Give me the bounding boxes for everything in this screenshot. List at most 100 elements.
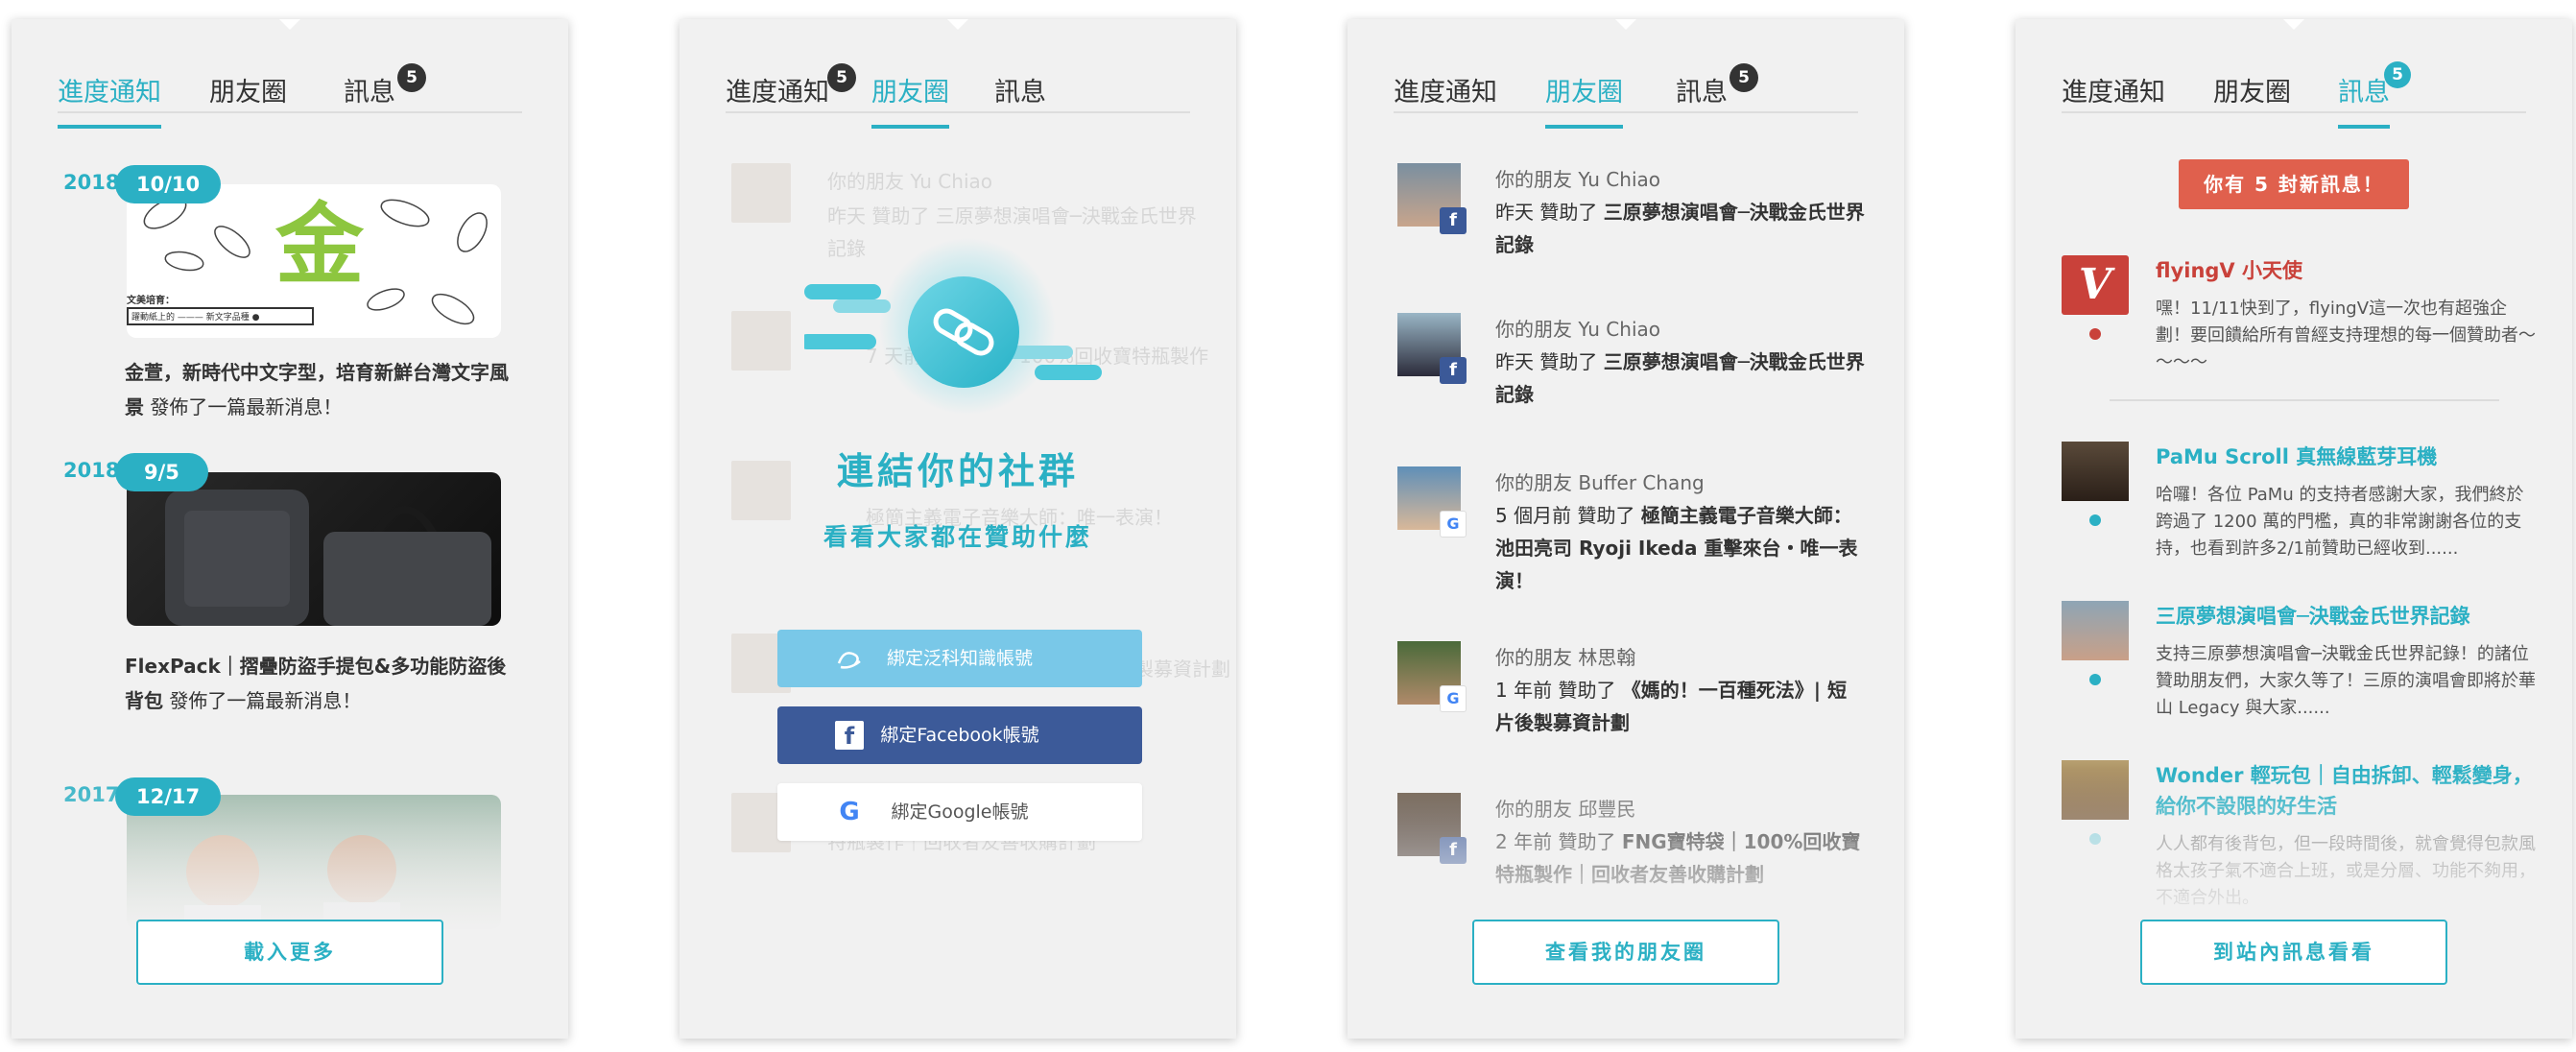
tab-bar: 進度通知 朋友圈 訊息 5: [2062, 52, 2526, 129]
backpack-illustration: [165, 490, 491, 626]
unread-dot: [2089, 328, 2101, 340]
avatar: [2062, 760, 2129, 820]
link-chain-icon: [804, 238, 1102, 415]
bind-google-button[interactable]: G 綁定Google帳號: [777, 783, 1142, 841]
thumb-caption-box: 躍動紙上的 ——— 新文字品種 ●: [127, 307, 314, 325]
message-body: 人人都有後背包，但一段時間後，就會覺得包款風格太孩子氣不適合上班，或是分層、功能…: [2156, 834, 2536, 908]
news-text[interactable]: 金萱，新時代中文字型，培育新鮮台灣文字風景 發佈了一篇最新消息！: [125, 355, 518, 424]
tab-bar: 進度通知 朋友圈 訊息 5: [1394, 52, 1858, 129]
facebook-icon: f: [1440, 357, 1467, 384]
panel-progress-notifications: 進度通知 朋友圈 訊息 5 2018 10/10 金 文美培育： 躍動紙上的 —…: [12, 19, 568, 1039]
news-text[interactable]: FlexPack｜摺疊防盜手提包&多功能防盜後背包 發佈了一篇最新消息！: [125, 649, 518, 718]
tab-messages[interactable]: 訊息: [344, 79, 395, 125]
facebook-icon: f: [835, 721, 864, 750]
tab-friends[interactable]: 朋友圈: [2213, 79, 2291, 125]
message-title[interactable]: Wonder 輕玩包｜自由拆卸、輕鬆變身，給你不設限的好生活: [2156, 760, 2538, 822]
load-more-button[interactable]: 載入更多: [136, 920, 443, 985]
activity-verb: 贊助了: [1558, 830, 1616, 853]
facebook-icon: f: [1440, 837, 1467, 864]
messages-count-badge: 5: [397, 63, 426, 92]
tab-bar: 進度通知 朋友圈 訊息 5: [726, 52, 1190, 129]
message-body: 嘿！11/11快到了，flyingV這一次也有超強企劃！要回饋給所有曾經支持理想…: [2156, 299, 2536, 372]
avatar: [731, 163, 791, 223]
activity-time: 昨天: [1495, 201, 1534, 224]
news-date-badge: 10/10: [115, 165, 222, 203]
tab-progress[interactable]: 進度通知: [2062, 79, 2165, 125]
progress-count-badge: 5: [827, 63, 856, 92]
news-thumbnail-flexpack[interactable]: [127, 472, 501, 626]
bind-fanke-button[interactable]: 綁定泛科知識帳號: [777, 630, 1142, 687]
connect-subtitle: 看看大家都在贊助什麼: [823, 523, 1092, 551]
unread-dot: [2089, 833, 2101, 845]
google-icon: G: [1440, 685, 1467, 712]
message-title[interactable]: flyingV 小天使: [2156, 255, 2538, 286]
friend-activity-text: 你的朋友 Buffer Chang 5 個月前 贊助了 極簡主義電子音樂大師：池…: [1495, 466, 1866, 597]
friend-name: 你的朋友 Yu Chiao: [1495, 168, 1661, 191]
tab-messages[interactable]: 訊息: [1676, 79, 1728, 125]
message-title[interactable]: 三原夢想演唱會─決戰金氏世界記錄: [2156, 601, 2538, 632]
tab-messages[interactable]: 訊息: [994, 79, 1046, 125]
friend-activity-text: 你的朋友 Yu Chiao 昨天 贊助了 三原夢想演唱會─決戰金氏世界記錄: [1495, 313, 1866, 411]
facebook-icon: f: [1440, 207, 1467, 234]
avatar: [2062, 601, 2129, 660]
avatar: [2062, 442, 2129, 501]
tab-friends[interactable]: 朋友圈: [871, 79, 949, 129]
panel-friends-activity: 進度通知 朋友圈 訊息 5 f 你的朋友 Yu Chiao 昨天 贊助了 三原夢…: [1348, 19, 1904, 1039]
activity-time: 5 個月前: [1495, 504, 1572, 527]
thumb-glyph: 金: [275, 193, 365, 297]
bind-google-label: 綁定Google帳號: [891, 801, 1029, 823]
news-date-badge: 12/17: [115, 777, 222, 816]
message-body: 哈囉！各位 PaMu 的支持者感謝大家，我們終於跨過了 1200 萬的門檻，真的…: [2156, 485, 2524, 559]
friend-activity-text: 你的朋友 林思翰 1 年前 贊助了 《媽的！一百種死法》| 短片後製募資計劃: [1495, 641, 1866, 739]
activity-verb: 贊助了: [1539, 201, 1598, 224]
news-year: 2017: [63, 783, 120, 806]
news-suffix: 發佈了一篇最新消息！: [163, 689, 362, 712]
tab-progress[interactable]: 進度通知: [1394, 79, 1497, 125]
thumb-caption: 文美培育：: [127, 296, 175, 306]
friend-name: 你的朋友 Yu Chiao: [1495, 318, 1661, 341]
view-friends-button[interactable]: 查看我的朋友圈: [1472, 920, 1779, 985]
tab-bar: 進度通知 朋友圈 訊息 5: [58, 52, 522, 129]
fanke-icon: [837, 652, 861, 669]
news-suffix: 發佈了一篇最新消息！: [144, 395, 343, 418]
messages-count-badge: 5: [2384, 61, 2411, 88]
tab-messages[interactable]: 訊息: [2338, 79, 2390, 129]
news-year: 2018: [63, 171, 120, 194]
view-inbox-button[interactable]: 到站內訊息看看: [2140, 920, 2447, 985]
friend-activity-text: 你的朋友 邱豐民 2 年前 贊助了 FNG寶特袋｜100%回收寶特瓶製作｜回收者…: [1495, 793, 1866, 891]
bind-fanke-label: 綁定泛科知識帳號: [886, 648, 1033, 669]
tab-progress[interactable]: 進度通知: [726, 79, 829, 125]
news-date-badge: 9/5: [115, 453, 208, 491]
avatar: [731, 311, 791, 371]
tab-friends[interactable]: 朋友圈: [1545, 79, 1623, 129]
bind-facebook-label: 綁定Facebook帳號: [880, 725, 1039, 746]
activity-verb: 贊助了: [1539, 350, 1598, 373]
unread-dot: [2089, 674, 2101, 685]
news-thumbnail-jinxuan[interactable]: 金 文美培育： 躍動紙上的 ——— 新文字品種 ●: [127, 184, 501, 338]
new-messages-banner: 你有 5 封新訊息！: [2179, 159, 2409, 209]
google-icon: G: [1440, 511, 1467, 538]
tab-progress[interactable]: 進度通知: [58, 79, 161, 129]
activity-time: 1 年前: [1495, 679, 1553, 702]
friend-activity-text: 你的朋友 Yu Chiao 昨天 贊助了 三原夢想演唱會─決戰金氏世界記錄: [1495, 163, 1866, 261]
messages-count-badge: 5: [1729, 63, 1758, 92]
activity-verb: 贊助了: [1558, 679, 1616, 702]
panel-friends-connect: 進度通知 朋友圈 訊息 5 你的朋友 Yu Chiao 昨天 贊助了 三原夢想演…: [680, 19, 1236, 1039]
notification-panels: 進度通知 朋友圈 訊息 5 2018 10/10 金 文美培育： 躍動紙上的 —…: [0, 0, 2576, 1052]
bind-facebook-button[interactable]: f 綁定Facebook帳號: [777, 706, 1142, 764]
unread-dot: [2089, 514, 2101, 526]
friend-name: 你的朋友 邱豐民: [1495, 798, 1636, 821]
panel-messages: 進度通知 朋友圈 訊息 5 你有 5 封新訊息！ V flyingV 小天使 嘿…: [2015, 19, 2572, 1039]
tab-friends[interactable]: 朋友圈: [209, 79, 287, 125]
activity-time: 2 年前: [1495, 830, 1553, 853]
flyingv-logo-icon: V: [2062, 255, 2129, 315]
news-year: 2018: [63, 459, 120, 482]
divider: [2110, 399, 2499, 401]
activity-time: 昨天: [1495, 350, 1534, 373]
google-icon: G: [839, 798, 860, 826]
friend-name: 你的朋友 Buffer Chang: [1495, 471, 1705, 494]
message-body: 支持三原夢想演唱會─決戰金氏世界記錄！的諸位贊助朋友們，大家久等了！三原的演唱會…: [2156, 644, 2536, 718]
ghost-text: 你的朋友 Yu Chiao: [827, 170, 993, 193]
message-title[interactable]: PaMu Scroll 真無線藍芽耳機: [2156, 442, 2538, 472]
connect-title: 連結你的社群: [836, 450, 1079, 492]
